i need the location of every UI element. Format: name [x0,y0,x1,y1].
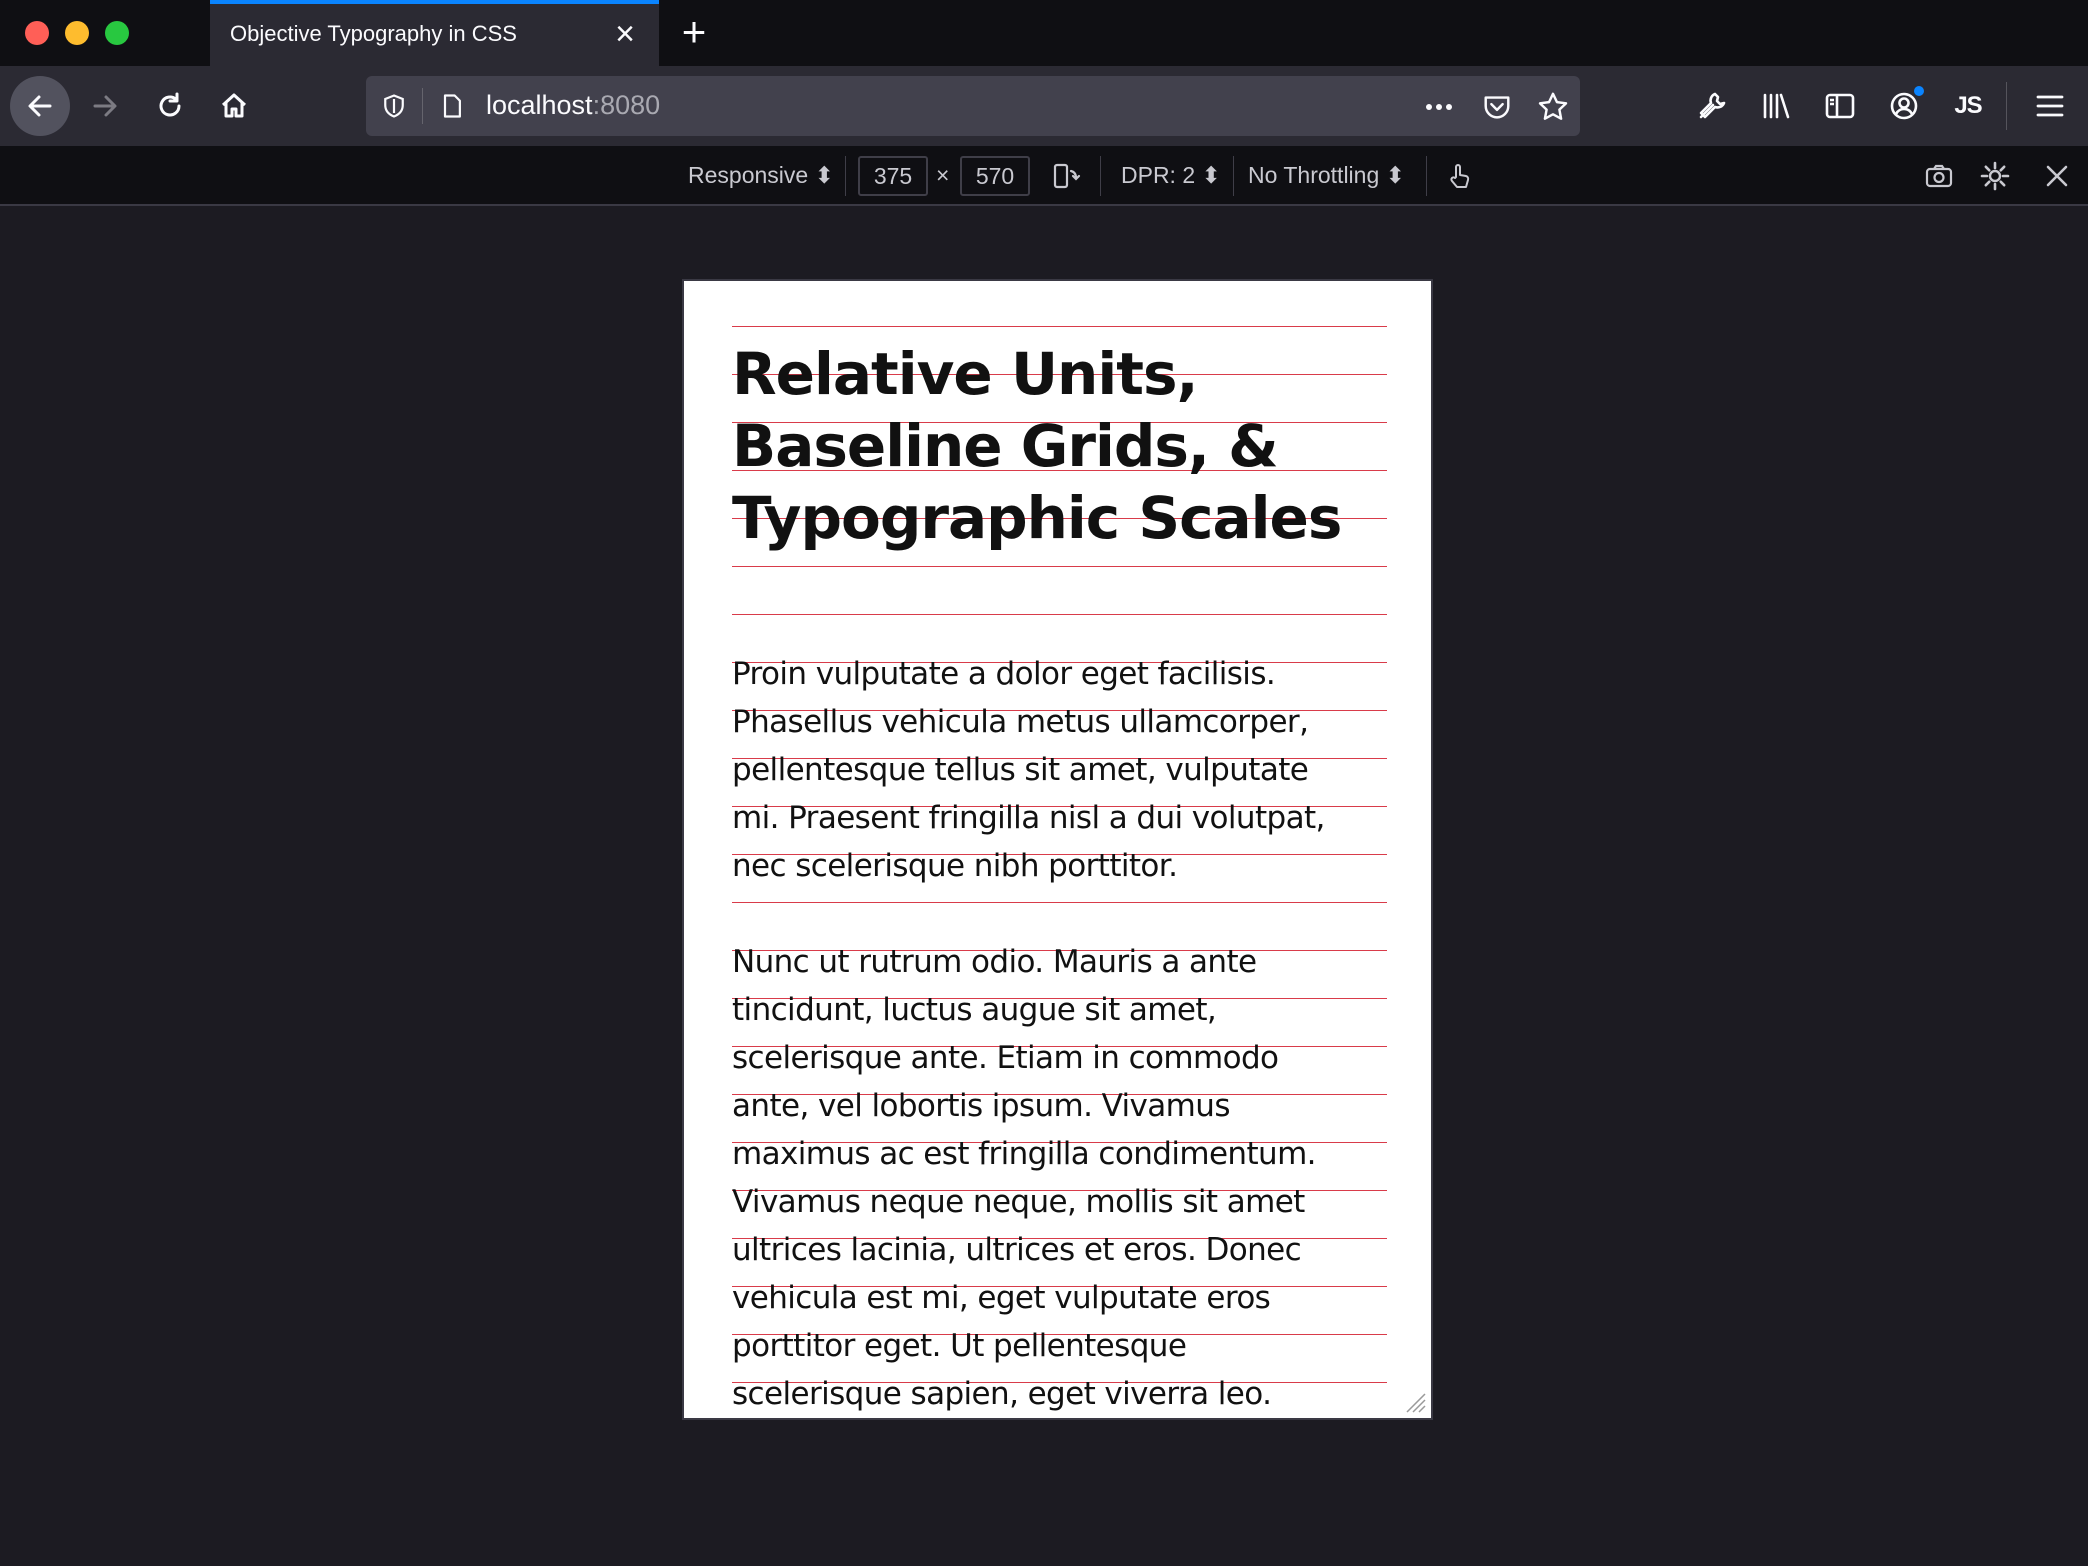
close-window-button[interactable] [25,21,49,45]
paragraph-line: Nunc ut rutrum odio. Mauris a ante [732,944,1257,980]
page-info-icon[interactable] [436,90,468,122]
account-icon[interactable] [1882,84,1926,128]
paragraph-line: tincidunt, luctus augue sit amet, [732,992,1217,1028]
paragraph-line: Phasellus vehicula metus ullamcorper, [732,704,1309,740]
tab-strip: Objective Typography in CSS × + [0,0,2088,66]
paragraph-line: Vivamus neque neque, mollis sit amet [732,1184,1305,1220]
js-badge: JS [1954,92,1982,119]
url-host: localhost [486,90,593,120]
bookmark-star-icon[interactable] [1536,90,1570,124]
rdm-divider [1233,156,1234,196]
arrow-left-icon [28,95,52,117]
viewport-width-input[interactable]: 375 [858,156,928,196]
reload-button[interactable] [140,76,200,136]
zoom-window-button[interactable] [105,21,129,45]
paragraph-line: nec scelerisque nibh porttitor. [732,848,1178,884]
paragraph-line: mi. Praesent fringilla nisl a dui volutp… [732,800,1325,836]
dimension-separator: × [936,162,950,188]
close-tab-icon[interactable]: × [605,14,645,54]
page-heading: Relative Units, Baseline Grids, & Typogr… [732,326,1387,554]
pocket-icon[interactable] [1480,90,1514,124]
forward-button[interactable] [75,76,135,136]
page-actions-more-icon[interactable] [1422,90,1456,124]
hamburger-menu-icon[interactable] [2028,84,2072,128]
screenshot-camera-icon[interactable] [1921,158,1957,194]
rotate-viewport-icon[interactable] [1048,158,1084,194]
url-port: :8080 [592,90,661,120]
navigation-toolbar: localhost:8080 JS [0,66,2088,146]
paragraph-line: scelerisque ante. Etiam in commodo [732,1040,1279,1076]
tab-active[interactable]: Objective Typography in CSS × [210,0,659,66]
sidebar-toggle-icon[interactable] [1818,84,1862,128]
device-selector[interactable]: Responsive ⬍ [688,162,834,189]
toolbar-divider [2006,82,2007,130]
minimize-window-button[interactable] [65,21,89,45]
address-bar[interactable]: localhost:8080 [366,76,1580,136]
paragraph-line: ultrices lacinia, ultrices et eros. Done… [732,1232,1302,1268]
new-tab-button[interactable]: + [674,11,714,53]
paragraph: Nunc ut rutrum odio. Mauris a ante tinci… [732,938,1387,1418]
resize-handle-icon[interactable] [1401,1388,1427,1414]
close-responsive-mode-icon[interactable] [2039,158,2075,194]
rdm-divider [1426,156,1427,196]
reload-icon [159,92,181,117]
notification-dot-icon [1914,86,1924,96]
touch-simulation-icon[interactable] [1442,158,1478,194]
page-content: Relative Units, Baseline Grids, & Typogr… [732,326,1387,1418]
paragraph-line: porttitor eget. Ut pellentesque [732,1328,1187,1364]
rdm-divider [1100,156,1101,196]
js-extension-button[interactable]: JS [1946,84,1990,128]
paragraph-line: Proin vulputate a dolor eget facilisis. [732,656,1276,692]
paragraph-line: maximus ac est fringilla condimentum. [732,1136,1317,1172]
viewport-height-input[interactable]: 570 [960,156,1030,196]
tab-title: Objective Typography in CSS [230,21,517,46]
address-bar-divider [422,88,423,124]
paragraph: Proin vulputate a dolor eget facilisis. … [732,650,1387,890]
heading-line: Typographic Scales [732,484,1342,552]
tracking-protection-shield-icon[interactable] [378,90,410,122]
paragraph-line: pellentesque tellus sit amet, vulputate [732,752,1309,788]
back-button[interactable] [10,76,70,136]
paragraph-line: vehicula est mi, eget vulputate eros [732,1280,1271,1316]
throttling-selector[interactable]: No Throttling ⬍ [1248,162,1405,189]
library-icon[interactable] [1754,84,1798,128]
home-button[interactable] [204,76,264,136]
emulated-viewport[interactable]: Relative Units, Baseline Grids, & Typogr… [682,279,1433,1420]
developer-tools-wrench-icon[interactable] [1690,84,1734,128]
heading-line: Relative Units, [732,340,1199,408]
url-text[interactable]: localhost:8080 [486,90,660,121]
home-icon [221,93,247,118]
heading-line: Baseline Grids, & [732,412,1279,480]
dpr-selector[interactable]: DPR: 2 ⬍ [1121,162,1221,189]
paragraph-line: ante, vel lobortis ipsum. Vivamus [732,1088,1230,1124]
responsive-design-toolbar: Responsive ⬍ 375 × 570 DPR: 2 ⬍ No Throt… [0,146,2088,206]
arrow-right-icon [93,95,117,117]
paragraph-line: scelerisque sapien, eget viverra leo. [732,1376,1272,1412]
settings-gear-icon[interactable] [1977,158,2013,194]
rdm-divider [845,156,846,196]
